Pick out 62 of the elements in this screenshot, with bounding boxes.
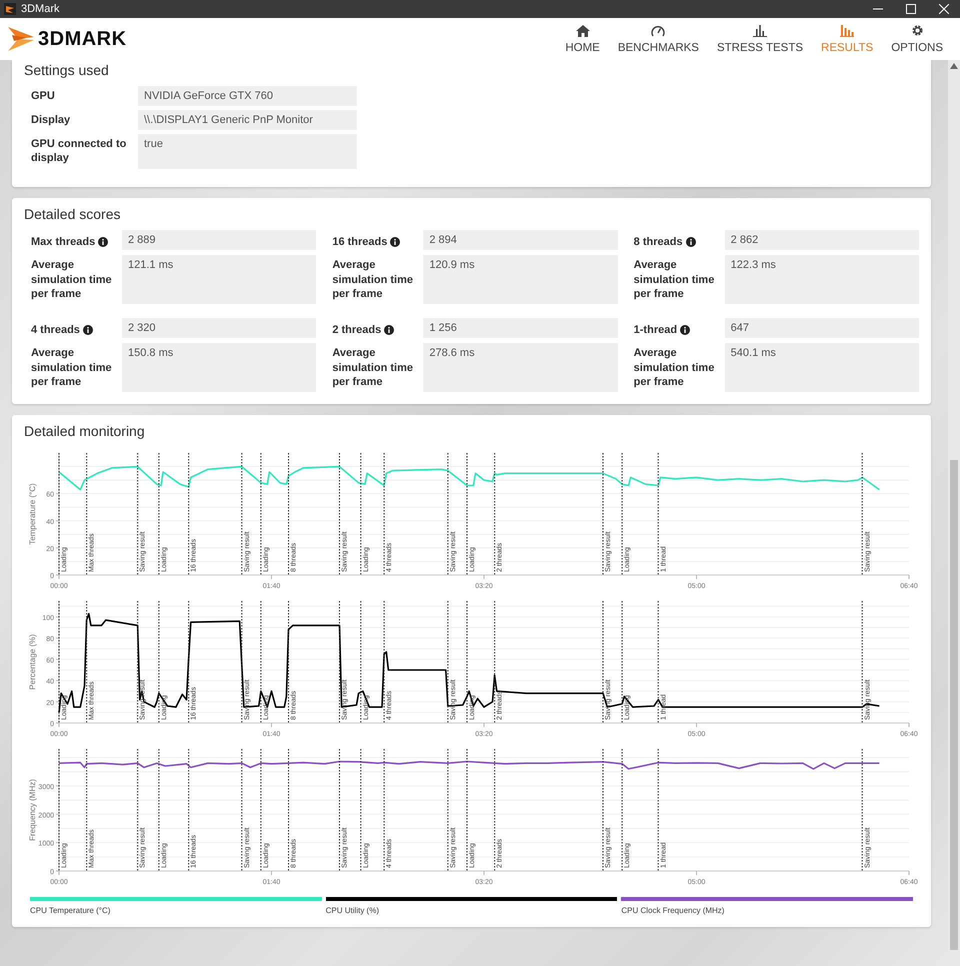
score-field: 1 256 xyxy=(423,318,618,338)
info-icon[interactable] xyxy=(384,324,394,334)
bar-chart-icon xyxy=(840,25,854,37)
metric-field: 150.8 ms xyxy=(122,343,316,392)
value-field: \\.\DISPLAY1 Generic PnP Monitor xyxy=(138,110,357,130)
metric-label: Average simulation time per frame xyxy=(31,346,113,390)
legend-label: CPU Clock Frequency (MHz) xyxy=(621,906,726,915)
test-label: 4 threads xyxy=(31,322,80,336)
nav-tab[interactable]: BENCHMARKS xyxy=(608,25,708,54)
test-label: 2 threads xyxy=(332,322,382,336)
metric-label: Average simulation time per frame xyxy=(31,258,113,302)
test-label: 1-thread xyxy=(634,322,678,336)
score-field: 647 xyxy=(724,318,919,338)
window-title: 3DMark xyxy=(21,3,61,15)
axis-title: Frequency (MHz) xyxy=(28,779,37,841)
metric-field: 540.1 ms xyxy=(724,343,919,392)
metric-label: Average simulation time per frame xyxy=(332,346,414,390)
bar-chart-icon xyxy=(753,25,767,37)
test-label: 16 threads xyxy=(332,234,388,248)
close-icon xyxy=(938,4,948,14)
logo-text: 3DMARK xyxy=(38,28,127,50)
score-field: 2 320 xyxy=(122,318,316,338)
section-title: Settings used xyxy=(24,62,110,78)
gauge-icon xyxy=(651,25,666,37)
field-label: GPU xyxy=(31,89,56,104)
maximize-icon xyxy=(906,4,916,14)
nav-tab[interactable]: HOME xyxy=(556,25,609,54)
settings-icon xyxy=(910,24,924,37)
section-title: Detailed scores xyxy=(24,206,122,222)
value-field: NVIDIA GeForce GTX 760 xyxy=(138,86,357,106)
metric-field: 278.6 ms xyxy=(423,343,618,392)
metric-label: Average simulation time per frame xyxy=(634,346,716,390)
metric-field: 120.9 ms xyxy=(423,255,618,304)
score-field: 2 862 xyxy=(724,230,919,250)
field-label: GPU connected to display xyxy=(31,137,128,166)
info-icon[interactable] xyxy=(680,324,690,334)
axis-title: Percentage (%) xyxy=(28,634,37,690)
score-field: 2 889 xyxy=(122,230,316,250)
legend-label: CPU Utility (%) xyxy=(326,906,380,915)
info-icon[interactable] xyxy=(82,324,93,334)
scrollbar-thumb[interactable] xyxy=(950,460,958,950)
test-label: Max threads xyxy=(31,234,96,248)
section-title: Detailed monitoring xyxy=(24,423,146,439)
house-icon xyxy=(576,25,590,37)
info-icon[interactable] xyxy=(98,236,108,246)
app-icon xyxy=(4,3,16,15)
up-arrow-icon[interactable] xyxy=(950,63,958,69)
metric-field: 121.1 ms xyxy=(122,255,316,304)
nav-tab[interactable]: OPTIONS xyxy=(882,24,952,54)
legend-label: CPU Temperature (°C) xyxy=(30,906,112,915)
metric-field: 122.3 ms xyxy=(724,255,919,304)
metric-label: Average simulation time per frame xyxy=(332,258,414,302)
axis-title: Temperature (°C) xyxy=(28,483,37,545)
test-label: 8 threads xyxy=(634,234,683,248)
info-icon[interactable] xyxy=(686,236,696,246)
value-field: true xyxy=(138,134,357,169)
score-field: 2 894 xyxy=(423,230,618,250)
info-icon[interactable] xyxy=(390,236,400,246)
metric-label: Average simulation time per frame xyxy=(634,258,716,302)
logo-icon xyxy=(8,27,36,51)
nav-tab[interactable]: STRESS TESTS xyxy=(708,25,812,54)
field-label: Display xyxy=(31,113,72,128)
